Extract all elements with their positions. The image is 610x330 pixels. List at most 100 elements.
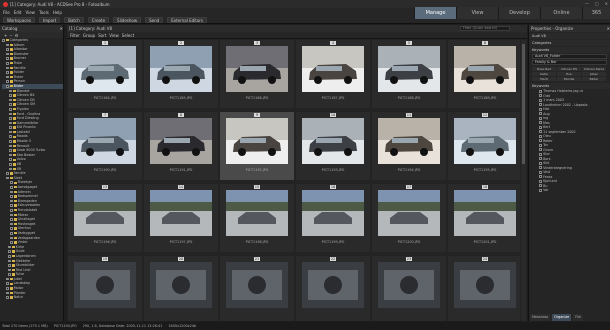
checkbox[interactable] [539, 134, 542, 138]
checkbox[interactable] [8, 273, 11, 276]
menu-view[interactable]: View [25, 10, 35, 15]
checkbox[interactable] [539, 188, 542, 192]
filter-menu[interactable]: Filter [70, 33, 80, 38]
checkbox[interactable] [8, 259, 11, 263]
checkbox[interactable] [9, 167, 12, 171]
mode-view[interactable]: View [456, 7, 498, 19]
checkbox[interactable] [10, 208, 13, 212]
thumbnail-image[interactable] [454, 262, 516, 308]
thumbnail-image[interactable] [226, 46, 288, 92]
tree-node[interactable]: Natur [2, 295, 63, 300]
remove-icon[interactable]: − [9, 33, 12, 38]
thumbnail-cell[interactable]: 8 PICT1191.JPG [144, 112, 218, 180]
thumbnail-cell[interactable]: 1 PICT1184.JPG [68, 40, 142, 108]
checkbox[interactable] [9, 126, 12, 129]
mode-online[interactable]: Online [540, 7, 582, 19]
category-preset-button[interactable]: Rose-Red [532, 67, 556, 71]
thumbnail-image[interactable] [74, 118, 136, 164]
thumbnail-cell[interactable]: 20 [144, 256, 218, 321]
thumbnail-image[interactable] [150, 190, 212, 236]
checkbox[interactable] [539, 175, 542, 179]
sort-menu[interactable]: Sort [98, 33, 106, 38]
checkbox[interactable] [539, 143, 542, 147]
thumbnail-image[interactable] [226, 118, 288, 164]
thumbnail-cell[interactable]: 6 PICT1189.JPG [448, 40, 520, 108]
batch-button[interactable]: Batch [64, 16, 84, 23]
mode-365[interactable]: 365 [582, 7, 610, 19]
checkbox[interactable] [8, 254, 11, 258]
thumbnail-cell[interactable]: 15 PICT1198.JPG [220, 184, 294, 252]
categories-section[interactable]: Categories [529, 40, 610, 46]
checkbox[interactable] [539, 130, 542, 134]
menu-tools[interactable]: Tools [39, 10, 49, 15]
checkbox[interactable] [6, 75, 9, 79]
checkbox[interactable] [6, 282, 9, 286]
checkbox[interactable] [10, 190, 13, 194]
thumbnail-cell[interactable]: 7 PICT1190.JPG [68, 112, 142, 180]
checkbox[interactable] [6, 84, 9, 88]
checkbox[interactable] [2, 39, 5, 42]
checkbox[interactable] [539, 112, 542, 116]
panel-close-icon[interactable]: ✕ [607, 26, 610, 31]
checkbox[interactable] [539, 166, 542, 170]
checkbox[interactable] [9, 94, 12, 97]
quick-search-input[interactable]: Filter (Quick search) [460, 26, 510, 31]
vertical-scrollbar[interactable] [521, 40, 526, 321]
thumbnail-image[interactable] [74, 190, 136, 236]
category-preset-button[interactable]: Marit [532, 77, 556, 81]
menu-file[interactable]: File [3, 10, 10, 15]
checkbox[interactable] [10, 204, 13, 207]
thumbnail-image[interactable] [74, 262, 136, 308]
checkbox[interactable] [539, 94, 542, 98]
thumbnail-image[interactable] [378, 46, 440, 92]
checkbox[interactable] [539, 116, 542, 120]
tab-organize[interactable]: Organize [552, 314, 572, 321]
thumbnail-cell[interactable]: 10 PICT1193.JPG [296, 112, 370, 180]
checkbox[interactable] [9, 98, 12, 102]
checkbox[interactable] [9, 130, 12, 134]
menu-help[interactable]: Help [53, 10, 62, 15]
thumbnail-image[interactable] [378, 118, 440, 164]
checkbox[interactable] [539, 121, 542, 125]
category-preset-button[interactable]: Johan [582, 72, 606, 76]
checkbox[interactable] [6, 176, 9, 180]
thumbnail-image[interactable] [150, 46, 212, 92]
import-button[interactable]: Import [38, 16, 61, 23]
checkbox[interactable] [10, 186, 13, 189]
checkbox[interactable] [6, 61, 9, 65]
checkbox[interactable] [9, 89, 12, 93]
category-preset-button[interactable]: Katie [532, 72, 556, 76]
checkbox[interactable] [10, 195, 13, 198]
checkbox[interactable] [9, 140, 12, 143]
checkbox[interactable] [10, 227, 13, 230]
checkbox[interactable] [6, 48, 9, 51]
checkbox[interactable] [8, 264, 11, 267]
checkbox[interactable] [539, 157, 542, 161]
group-menu[interactable]: Group [83, 33, 95, 38]
thumbnail-image[interactable] [454, 190, 516, 236]
checkbox[interactable] [6, 71, 9, 74]
thumbnail-cell[interactable]: 5 PICT1188.JPG [372, 40, 446, 108]
checkbox[interactable] [6, 277, 9, 281]
category-preset-button[interactable]: Eva [557, 72, 581, 76]
thumbnail-image[interactable] [226, 262, 288, 308]
keyword-item[interactable]: Var [529, 188, 610, 193]
checkbox[interactable] [539, 125, 542, 129]
tab-file[interactable]: File [573, 314, 583, 321]
thumbnail-image[interactable] [302, 118, 364, 164]
checkbox[interactable] [6, 296, 9, 299]
thumbnail-image[interactable] [302, 190, 364, 236]
thumbnail-cell[interactable]: 12 PICT1195.JPG [448, 112, 520, 180]
thumbnail-cell[interactable]: 23 [372, 256, 446, 321]
checkbox[interactable] [9, 149, 12, 152]
category-set-field[interactable]: Family & Bar [532, 60, 607, 65]
send-button[interactable]: Send [145, 16, 164, 23]
checkbox[interactable] [539, 179, 542, 183]
checkbox[interactable] [539, 103, 542, 107]
thumbnail-image[interactable] [74, 46, 136, 92]
menu-edit[interactable]: Edit [14, 10, 22, 15]
checkbox[interactable] [539, 139, 542, 143]
checkbox[interactable] [9, 135, 12, 139]
checkbox[interactable] [10, 231, 13, 235]
thumbnail-cell[interactable]: 22 [296, 256, 370, 321]
